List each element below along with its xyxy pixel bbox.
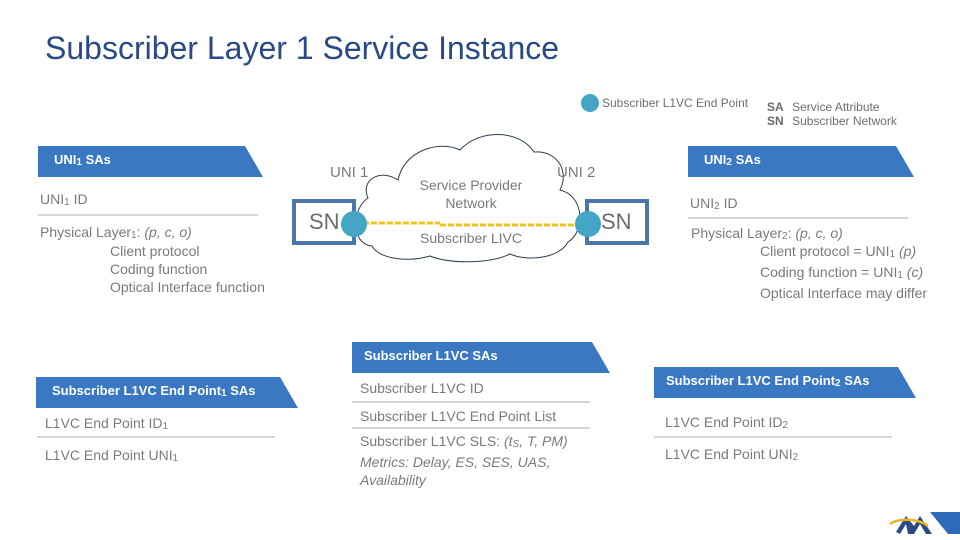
uni2-id-rest: ID xyxy=(719,195,738,211)
ep2-header-rest: SAs xyxy=(840,373,870,388)
endpoint-2-icon xyxy=(575,211,601,237)
divider xyxy=(654,436,892,438)
l1vc-endpoint-list: Subscriber L1VC End Point List xyxy=(360,408,557,424)
l1vc-metrics: Metrics: Delay, ES, SES, UAS, xyxy=(360,453,568,471)
sn-right-label: SN xyxy=(601,209,632,234)
endpoint-1-icon xyxy=(341,211,367,237)
ep2-uni-text: L1VC End Point UNI xyxy=(665,446,793,462)
ep1-header-rest: SAs xyxy=(226,383,256,398)
uni2-phys-sub: 2 xyxy=(782,231,788,242)
metrics-text: Metrics: Delay, ES, SES, UAS, xyxy=(360,454,551,470)
uni2-id: UNI2 ID xyxy=(690,195,738,212)
sls-params-b: , T, PM) xyxy=(519,433,568,449)
divider xyxy=(37,436,275,438)
uni2-item-coding-function: Coding function = UNI1 (c) xyxy=(760,263,927,284)
ep1-id-text: L1VC End Point ID xyxy=(45,415,163,431)
uni2-item-param: (c) xyxy=(902,264,924,280)
l1vc-id: Subscriber L1VC ID xyxy=(360,380,484,396)
l1vc-label: Subscriber LIVC xyxy=(420,230,522,246)
ep1-id: L1VC End Point ID1 xyxy=(45,415,169,432)
l1vc-metrics-cont: Availability xyxy=(360,471,568,489)
uni2-id-text: UNI xyxy=(690,195,715,211)
uni2-id-sub: 2 xyxy=(714,201,720,212)
uni2-header-text: UNI xyxy=(704,152,727,167)
uni2-item-sub: 1 xyxy=(897,270,903,281)
ep1-uni-text: L1VC End Point UNI xyxy=(45,447,173,463)
ep1-header-text: Subscriber L1VC End Point xyxy=(52,383,222,398)
l1vc-sas-header: Subscriber L1VC SAs xyxy=(352,342,610,373)
ep2-id-text: L1VC End Point ID xyxy=(665,414,783,430)
uni2-sas-header: UNI2 SAs xyxy=(688,146,914,177)
ep2-id-sub: 2 xyxy=(782,420,789,431)
mef-logo-icon xyxy=(889,512,960,534)
uni2-phys-params: (p, c, o) xyxy=(795,225,843,241)
ep2-id: L1VC End Point ID2 xyxy=(665,414,789,431)
uni2-label: UNI 2 xyxy=(557,164,596,181)
divider xyxy=(352,427,590,429)
ep1-header-sub: 1 xyxy=(221,388,227,399)
uni2-item-text: Coding function = UNI xyxy=(760,264,898,280)
uni2-header-sub: 2 xyxy=(726,157,732,168)
uni2-physical-layer: Physical Layer2: (p, c, o) xyxy=(691,225,843,242)
cloud-line-2: Network xyxy=(445,195,497,211)
divider xyxy=(688,217,908,219)
uni2-phys-text: Physical Layer xyxy=(691,225,783,241)
cloud-line-1: Service Provider xyxy=(419,177,523,193)
uni2-header-rest: SAs xyxy=(731,152,761,167)
l1vc-sls-line: Subscriber L1VC SLS: (tS, T, PM) xyxy=(360,432,568,453)
sls-params-a: (t xyxy=(503,433,513,449)
uni2-item-text: Client protocol = UNI xyxy=(760,243,890,259)
ep1-uni: L1VC End Point UNI1 xyxy=(45,447,179,464)
uni2-item-client-protocol: Client protocol = UNI1 (p) xyxy=(760,242,927,263)
sn-left-label: SN xyxy=(309,209,340,234)
ep2-uni: L1VC End Point UNI2 xyxy=(665,446,799,463)
ep2-uni-sub: 2 xyxy=(792,452,799,463)
sls-text: Subscriber L1VC SLS: xyxy=(360,433,504,449)
divider xyxy=(352,401,590,403)
ep2-sas-header: Subscriber L1VC End Point2 SAs xyxy=(654,367,916,398)
l1vc-sls: Subscriber L1VC SLS: (tS, T, PM) Metrics… xyxy=(360,432,568,489)
ep2-header-text: Subscriber L1VC End Point xyxy=(666,373,836,388)
uni1-label: UNI 1 xyxy=(330,164,369,181)
ep1-sas-header: Subscriber L1VC End Point1 SAs xyxy=(36,377,298,408)
uni2-item-text: Optical Interface may differ xyxy=(760,285,928,301)
uni2-item-optical-interface: Optical Interface may differ xyxy=(760,284,927,302)
ep1-id-sub: 1 xyxy=(162,421,169,432)
ep2-header-sub: 2 xyxy=(835,378,841,389)
service-provider-network-label: Service Provider Network xyxy=(400,176,542,212)
uni2-item-sub: 1 xyxy=(889,249,896,260)
uni2-item-param: (p) xyxy=(895,243,917,259)
uni2-physical-items: Client protocol = UNI1 (p) Coding functi… xyxy=(760,242,927,302)
ep1-uni-sub: 1 xyxy=(172,453,179,464)
metrics-cont-text: Availability xyxy=(360,472,426,488)
sls-params-sub: S xyxy=(512,439,520,450)
